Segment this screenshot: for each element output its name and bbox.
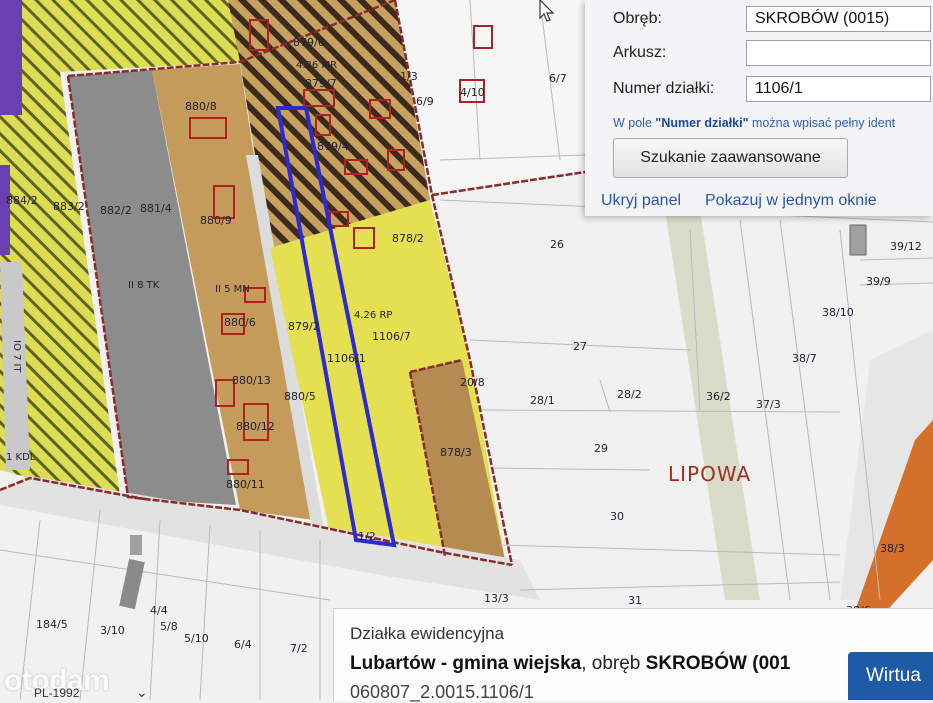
cursor-arrow-icon [539, 0, 555, 22]
svg-text:878/3: 878/3 [440, 446, 472, 459]
svg-text:13/3: 13/3 [484, 592, 509, 605]
svg-text:880/8: 880/8 [185, 100, 217, 113]
svg-text:31: 31 [628, 594, 642, 607]
svg-text:IO 7 IT: IO 7 IT [11, 340, 22, 373]
svg-text:878/2: 878/2 [392, 232, 424, 245]
advanced-search-button[interactable]: Szukanie zaawansowane [613, 138, 848, 178]
svg-text:880/11: 880/11 [226, 478, 265, 491]
svg-text:4/4: 4/4 [150, 604, 168, 617]
svg-text:38/7: 38/7 [792, 352, 817, 365]
zone-purple-strip [0, 0, 22, 115]
svg-text:39/12: 39/12 [890, 240, 922, 253]
svg-text:39/9: 39/9 [866, 275, 891, 288]
arkusz-label: Arkusz: [613, 44, 667, 61]
svg-text:30: 30 [610, 510, 624, 523]
svg-text:28/1: 28/1 [530, 394, 555, 407]
svg-text:4.26 MR: 4.26 MR [296, 60, 337, 71]
svg-text:3/10: 3/10 [100, 624, 125, 637]
svg-text:6/9: 6/9 [416, 95, 434, 108]
svg-text:5/8: 5/8 [160, 620, 178, 633]
numer-dzialki-field[interactable]: 1106/1 [746, 76, 931, 102]
svg-text:37/3: 37/3 [756, 398, 781, 411]
svg-text:26: 26 [550, 238, 564, 251]
svg-text:184/5: 184/5 [36, 618, 68, 631]
svg-text:883/2: 883/2 [53, 200, 85, 213]
info-title: Działka ewidencyjna [350, 624, 505, 643]
search-panel: Obręb: SKROBÓW (0015) Arkusz: Numer dzia… [585, 0, 933, 216]
svg-text:1 KDL: 1 KDL [6, 452, 36, 463]
svg-text:7/2: 7/2 [290, 642, 308, 655]
svg-text:20/8: 20/8 [460, 376, 485, 389]
obreb-label: Obręb: [613, 10, 662, 27]
svg-text:880/12: 880/12 [236, 420, 275, 433]
search-hint: W pole "Numer działki" można wpisać pełn… [613, 116, 896, 130]
svg-text:38/10: 38/10 [822, 306, 854, 319]
svg-text:879/4: 879/4 [317, 140, 349, 153]
svg-text:4/10: 4/10 [460, 86, 485, 99]
svg-text:1106/1: 1106/1 [327, 352, 366, 365]
svg-text:879/7: 879/7 [305, 77, 337, 90]
svg-text:880/5: 880/5 [284, 390, 316, 403]
info-location: Lubartów - gmina wiejska, obręb SKROBÓW … [350, 653, 791, 674]
svg-text:27: 27 [573, 340, 587, 353]
svg-text:28/2: 28/2 [617, 388, 642, 401]
svg-text:II 5 MN: II 5 MN [215, 284, 250, 295]
svg-text:881/4: 881/4 [140, 202, 172, 215]
svg-text:879/2: 879/2 [288, 320, 320, 333]
svg-text:II 8 TK: II 8 TK [128, 280, 160, 291]
svg-text:6/7: 6/7 [549, 72, 567, 85]
hide-panel-link[interactable]: Ukryj panel [601, 192, 681, 210]
svg-text:1/3: 1/3 [400, 70, 418, 83]
virtual-button[interactable]: Wirtua [848, 652, 933, 700]
svg-text:879/6: 879/6 [293, 36, 325, 49]
bottom-left-text: PL-1992 [34, 686, 80, 700]
svg-text:5/10: 5/10 [184, 632, 209, 645]
svg-text:6/4: 6/4 [234, 638, 252, 651]
arkusz-field[interactable] [746, 40, 931, 66]
svg-text:36/2: 36/2 [706, 390, 731, 403]
svg-text:880/9: 880/9 [200, 214, 232, 227]
numer-dzialki-label: Numer działki: [613, 80, 715, 97]
svg-text:38/3: 38/3 [880, 542, 905, 555]
svg-text:880/13: 880/13 [232, 374, 271, 387]
svg-text:29: 29 [594, 442, 608, 455]
svg-text:1106/7: 1106/7 [372, 330, 411, 343]
one-window-link[interactable]: Pokazuj w jednym oknie [705, 192, 877, 210]
street-label: LIPOWA [668, 462, 751, 486]
svg-text:4.26 RP: 4.26 RP [354, 310, 392, 321]
parcel-info-popup: Działka ewidencyjna Lubartów - gmina wie… [333, 608, 933, 702]
svg-text:880/6: 880/6 [224, 316, 256, 329]
chevron-down-icon[interactable]: ⌄ [136, 684, 148, 701]
svg-text:882/2: 882/2 [100, 204, 132, 217]
svg-text:1/2: 1/2 [358, 530, 376, 543]
svg-text:884/2: 884/2 [6, 194, 38, 207]
obreb-field[interactable]: SKROBÓW (0015) [746, 6, 931, 32]
